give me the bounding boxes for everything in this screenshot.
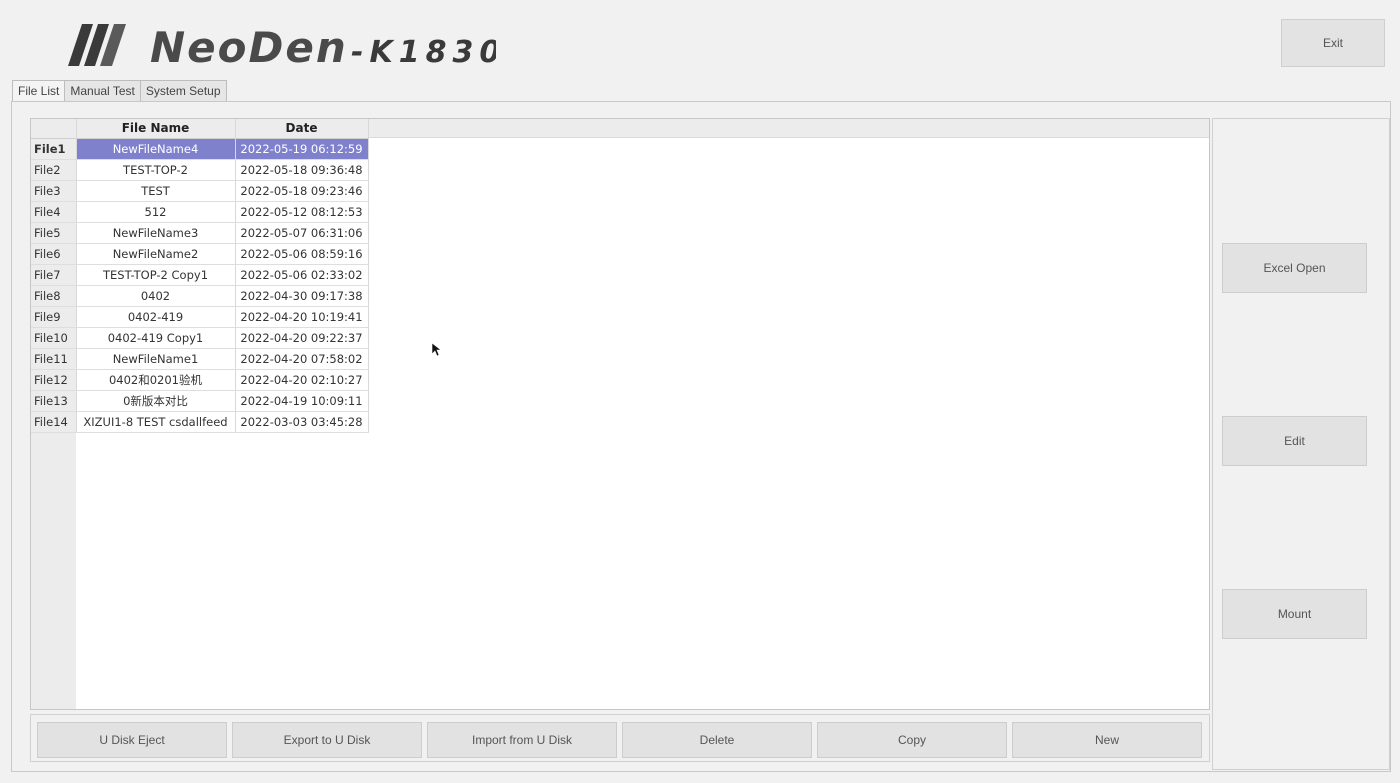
row-header[interactable]: File6 — [31, 243, 77, 265]
date-cell[interactable]: 2022-04-20 10:19:41 — [235, 306, 369, 328]
table-row[interactable]: File10 0402-419 Copy1 2022-04-20 09:22:3… — [31, 327, 369, 349]
file-name-cell[interactable]: NewFileName1 — [76, 348, 236, 370]
date-cell[interactable]: 2022-04-30 09:17:38 — [235, 285, 369, 307]
exit-button[interactable]: Exit — [1281, 19, 1385, 67]
date-cell[interactable]: 2022-05-06 02:33:02 — [235, 264, 369, 286]
file-name-cell[interactable]: 0402-419 — [76, 306, 236, 328]
table-row[interactable]: File4 512 2022-05-12 08:12:53 — [31, 201, 369, 223]
file-name-cell[interactable]: NewFileName3 — [76, 222, 236, 244]
row-header[interactable]: File12 — [31, 369, 77, 391]
file-name-cell[interactable]: TEST — [76, 180, 236, 202]
file-name-cell[interactable]: 0新版本对比 — [76, 390, 236, 412]
mouse-cursor-icon — [432, 343, 442, 357]
u-disk-eject-button[interactable]: U Disk Eject — [37, 722, 227, 758]
date-cell[interactable]: 2022-05-18 09:23:46 — [235, 180, 369, 202]
corner-header — [31, 119, 77, 139]
delete-button[interactable]: Delete — [622, 722, 812, 758]
table-row[interactable]: File6 NewFileName2 2022-05-06 08:59:16 — [31, 243, 369, 265]
date-cell[interactable]: 2022-04-20 09:22:37 — [235, 327, 369, 349]
table-row[interactable]: File3 TEST 2022-05-18 09:23:46 — [31, 180, 369, 202]
new-button[interactable]: New — [1012, 722, 1202, 758]
table-row[interactable]: File7 TEST-TOP-2 Copy1 2022-05-06 02:33:… — [31, 264, 369, 286]
table-row[interactable]: File2 TEST-TOP-2 2022-05-18 09:36:48 — [31, 159, 369, 181]
row-header[interactable]: File1 — [31, 138, 77, 160]
table-row[interactable]: File5 NewFileName3 2022-05-07 06:31:06 — [31, 222, 369, 244]
excel-open-button[interactable]: Excel Open — [1222, 243, 1367, 293]
file-table[interactable]: File Name Date File1 NewFileName4 2022-0… — [30, 118, 1210, 710]
import-from-u-disk-button[interactable]: Import from U Disk — [427, 722, 617, 758]
table-row[interactable]: File8 0402 2022-04-30 09:17:38 — [31, 285, 369, 307]
date-cell[interactable]: 2022-05-18 09:36:48 — [235, 159, 369, 181]
file-name-cell[interactable]: NewFileName4 — [76, 138, 236, 160]
logo-mark-icon — [68, 24, 126, 66]
export-to-u-disk-button[interactable]: Export to U Disk — [232, 722, 422, 758]
neoden-logo: NeoDen -K1830 — [68, 23, 496, 70]
table-row[interactable]: File11 NewFileName1 2022-04-20 07:58:02 — [31, 348, 369, 370]
file-name-cell[interactable]: 0402-419 Copy1 — [76, 327, 236, 349]
file-name-cell[interactable]: 0402和0201验机 — [76, 369, 236, 391]
file-name-cell[interactable]: NewFileName2 — [76, 243, 236, 265]
row-header[interactable]: File7 — [31, 264, 77, 286]
logo-brand-text: NeoDen — [150, 23, 348, 70]
file-name-cell[interactable]: 0402 — [76, 285, 236, 307]
file-name-cell[interactable]: 512 — [76, 201, 236, 223]
mount-button[interactable]: Mount — [1222, 589, 1367, 639]
row-header[interactable]: File2 — [31, 159, 77, 181]
row-header[interactable]: File9 — [31, 306, 77, 328]
row-header[interactable]: File10 — [31, 327, 77, 349]
tab-system-setup[interactable]: System Setup — [140, 80, 227, 103]
date-cell[interactable]: 2022-05-07 06:31:06 — [235, 222, 369, 244]
table-row[interactable]: File14 XIZUI1-8 TEST csdallfeed 2022-03-… — [31, 411, 369, 433]
row-header[interactable]: File5 — [31, 222, 77, 244]
row-header[interactable]: File14 — [31, 411, 77, 433]
copy-button[interactable]: Copy — [817, 722, 1007, 758]
row-header[interactable]: File13 — [31, 390, 77, 412]
column-header-date[interactable]: Date — [235, 119, 369, 139]
table-row[interactable]: File9 0402-419 2022-04-20 10:19:41 — [31, 306, 369, 328]
edit-button[interactable]: Edit — [1222, 416, 1367, 466]
date-cell[interactable]: 2022-05-19 06:12:59 — [235, 138, 369, 160]
table-row[interactable]: File12 0402和0201验机 2022-04-20 02:10:27 — [31, 369, 369, 391]
row-header[interactable]: File4 — [31, 201, 77, 223]
file-name-cell[interactable]: XIZUI1-8 TEST csdallfeed — [76, 411, 236, 433]
file-name-cell[interactable]: TEST-TOP-2 — [76, 159, 236, 181]
tab-manual-test[interactable]: Manual Test — [65, 80, 141, 103]
date-cell[interactable]: 2022-03-03 03:45:28 — [235, 411, 369, 433]
column-header-file-name[interactable]: File Name — [76, 119, 236, 139]
date-cell[interactable]: 2022-05-12 08:12:53 — [235, 201, 369, 223]
file-table-grid: File Name Date File1 NewFileName4 2022-0… — [31, 119, 369, 433]
row-header[interactable]: File8 — [31, 285, 77, 307]
logo-model-text: -K1830 — [351, 35, 496, 70]
row-header[interactable]: File11 — [31, 348, 77, 370]
file-name-cell[interactable]: TEST-TOP-2 Copy1 — [76, 264, 236, 286]
date-cell[interactable]: 2022-04-20 07:58:02 — [235, 348, 369, 370]
tab-bar: File List Manual Test System Setup — [12, 80, 227, 104]
date-cell[interactable]: 2022-04-20 02:10:27 — [235, 369, 369, 391]
date-cell[interactable]: 2022-04-19 10:09:11 — [235, 390, 369, 412]
date-cell[interactable]: 2022-05-06 08:59:16 — [235, 243, 369, 265]
table-row[interactable]: File1 NewFileName4 2022-05-19 06:12:59 — [31, 138, 369, 160]
table-row[interactable]: File13 0新版本对比 2022-04-19 10:09:11 — [31, 390, 369, 412]
row-header[interactable]: File3 — [31, 180, 77, 202]
